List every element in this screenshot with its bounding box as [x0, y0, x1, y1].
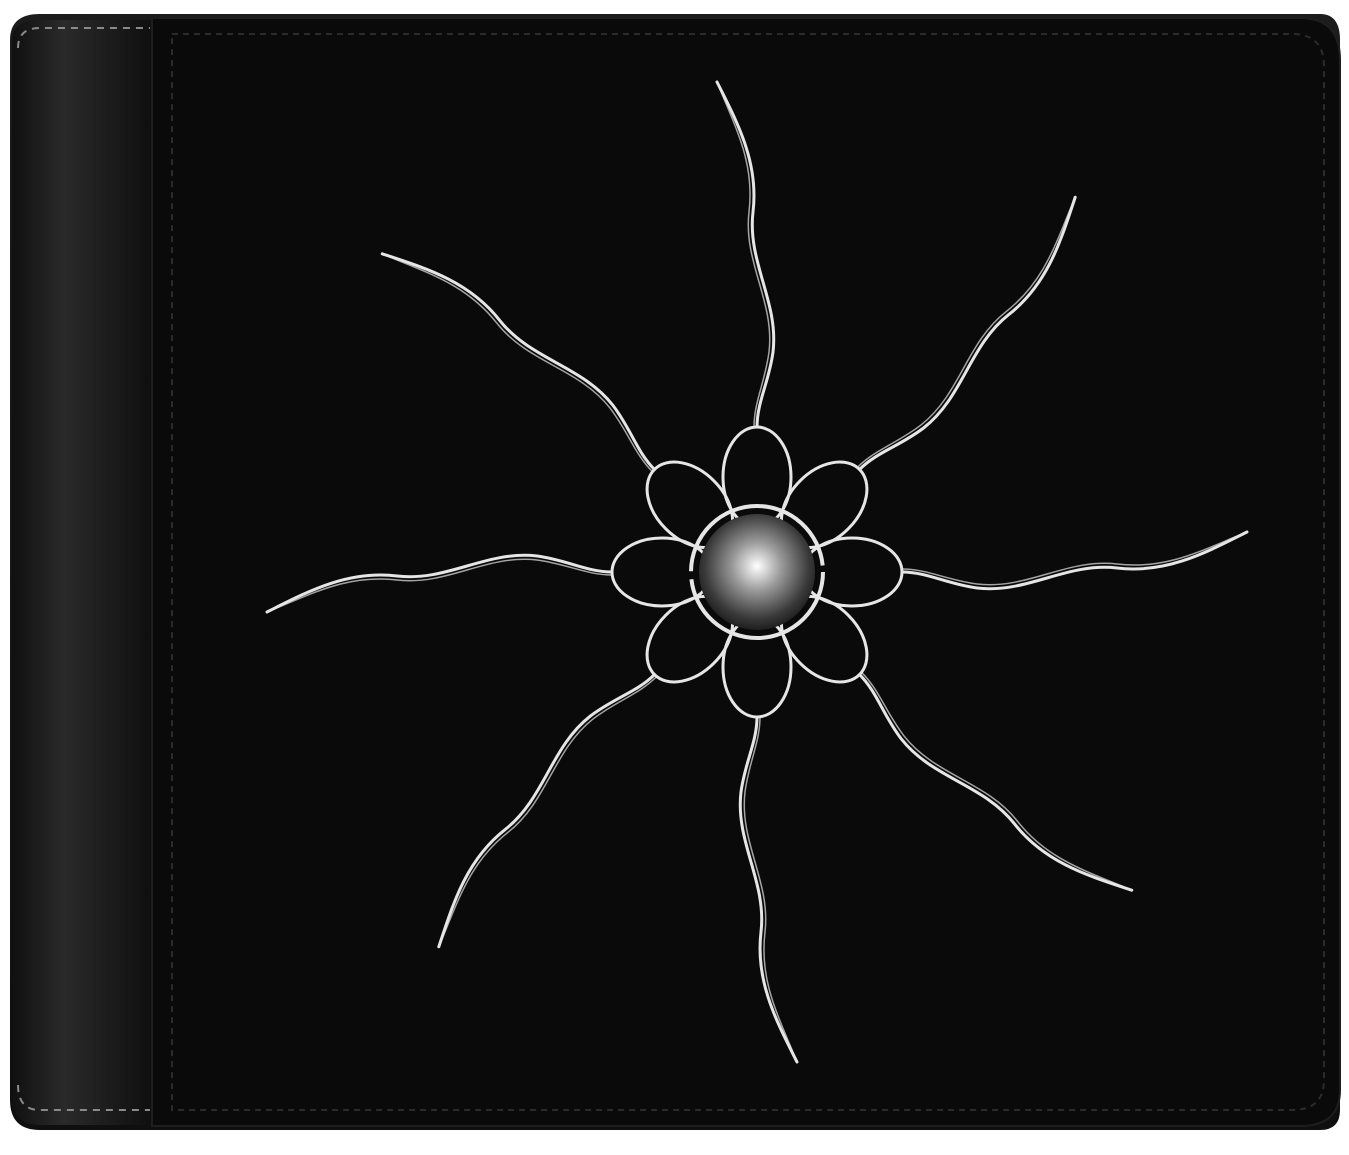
wallet-product-photo [0, 0, 1349, 1155]
wallet-illustration [10, 14, 1341, 1130]
egg-cell [689, 504, 825, 640]
wallet-spine [12, 20, 160, 1125]
